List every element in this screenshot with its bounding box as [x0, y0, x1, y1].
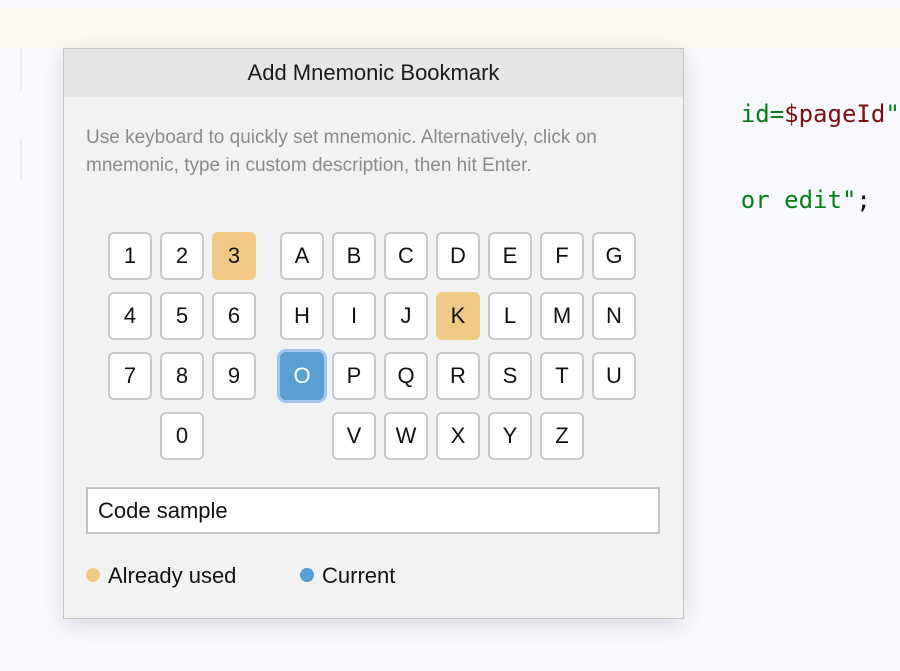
letter-key-s[interactable]: S: [488, 352, 532, 400]
digit-key-8[interactable]: 8: [160, 352, 204, 400]
string-end: ": [885, 100, 900, 128]
letter-key-k[interactable]: K: [436, 292, 480, 340]
letter-key-p[interactable]: P: [332, 352, 376, 400]
digit-key-6[interactable]: 6: [212, 292, 256, 340]
add-mnemonic-bookmark-dialog: Add Mnemonic Bookmark Use keyboard to qu…: [63, 48, 684, 619]
variable-pageId: $pageId: [784, 100, 886, 128]
indent-guide: [20, 138, 22, 180]
letter-key-g[interactable]: G: [592, 232, 636, 280]
letter-key-d[interactable]: D: [436, 232, 480, 280]
letter-key-a[interactable]: A: [280, 232, 324, 280]
letter-key-c[interactable]: C: [384, 232, 428, 280]
string-fragment: or edit": [740, 186, 857, 214]
letter-key-j[interactable]: J: [384, 292, 428, 340]
statement-end: ;: [856, 186, 871, 214]
digit-key-4[interactable]: 4: [108, 292, 152, 340]
indent-guide: [20, 48, 22, 90]
letter-key-q[interactable]: Q: [384, 352, 428, 400]
legend-already-used: Already used: [86, 561, 236, 591]
letter-key-w[interactable]: W: [384, 412, 428, 460]
digit-key-3[interactable]: 3: [212, 232, 256, 280]
letter-key-v[interactable]: V: [332, 412, 376, 460]
digit-key-0[interactable]: 0: [160, 412, 204, 460]
letter-key-b[interactable]: B: [332, 232, 376, 280]
digit-key-5[interactable]: 5: [160, 292, 204, 340]
dialog-hint: Use keyboard to quickly set mnemonic. Al…: [86, 127, 597, 176]
letter-key-i[interactable]: I: [332, 292, 376, 340]
letter-key-y[interactable]: Y: [488, 412, 532, 460]
letter-key-u[interactable]: U: [592, 352, 636, 400]
code-line-2: id=$pageId");: [683, 54, 900, 128]
legend-already-used-label: Already used: [108, 563, 237, 588]
letter-key-z[interactable]: Z: [540, 412, 584, 460]
digit-key-7[interactable]: 7: [108, 352, 152, 400]
dialog-title: Add Mnemonic Bookmark: [64, 49, 683, 97]
letter-key-r[interactable]: R: [436, 352, 480, 400]
letter-key-f[interactable]: F: [540, 232, 584, 280]
letter-key-t[interactable]: T: [540, 352, 584, 400]
code-line-4: or edit";: [683, 140, 871, 214]
legend-current: Current: [300, 561, 395, 591]
string-fragment: id=: [740, 100, 785, 128]
already-used-dot-icon: [86, 568, 100, 583]
letter-key-n[interactable]: N: [592, 292, 636, 340]
current-dot-icon: [300, 568, 314, 583]
digit-key-2[interactable]: 2: [160, 232, 204, 280]
description-input[interactable]: [86, 487, 660, 534]
letter-key-e[interactable]: E: [488, 232, 532, 280]
letter-key-l[interactable]: L: [488, 292, 532, 340]
letter-key-o[interactable]: O: [280, 352, 324, 400]
digit-key-9[interactable]: 9: [212, 352, 256, 400]
code-line-1: if ($pageExists) {: [0, 8, 900, 82]
legend-current-label: Current: [322, 563, 396, 588]
letter-key-x[interactable]: X: [436, 412, 480, 460]
letter-key-m[interactable]: M: [540, 292, 584, 340]
letter-key-h[interactable]: H: [280, 292, 324, 340]
digit-key-1[interactable]: 1: [108, 232, 152, 280]
